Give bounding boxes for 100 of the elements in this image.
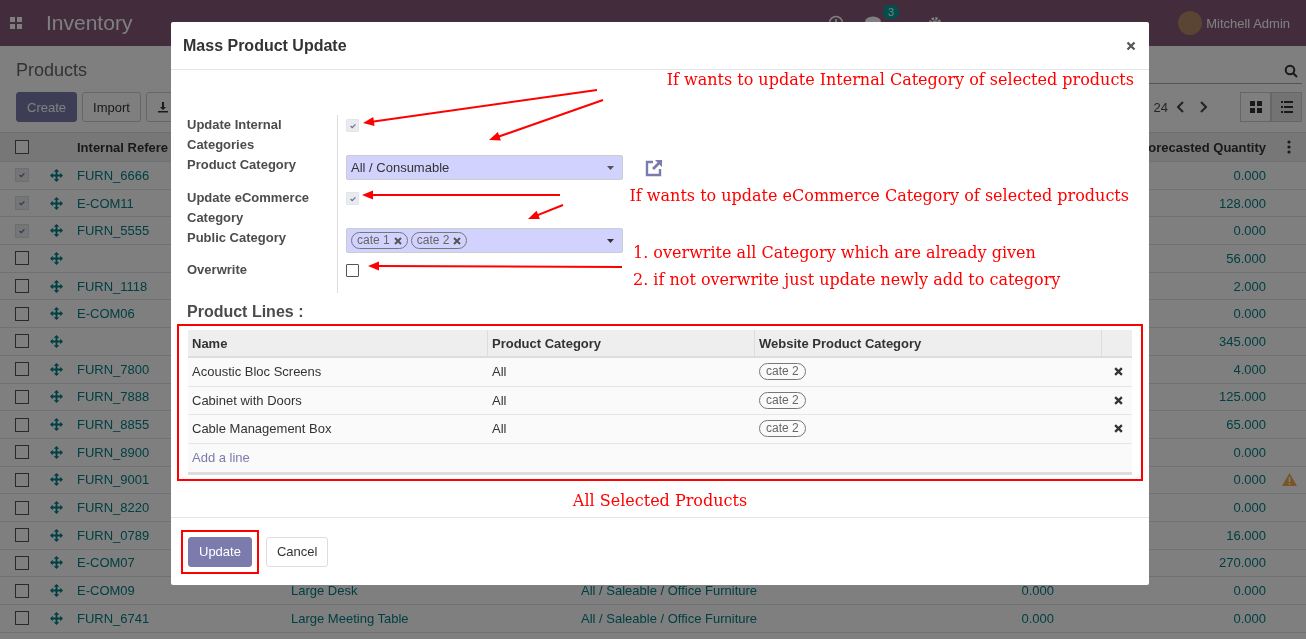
reference-cell: FURN_1118 (77, 278, 148, 294)
column-header: Website Product Category (755, 330, 1102, 356)
column-header[interactable]: Internal Refere (77, 139, 169, 155)
forecast-quantity-cell: 4.000 (1233, 361, 1266, 377)
drag-handle-icon[interactable] (50, 611, 63, 625)
reference-cell: FURN_7800 (77, 361, 150, 377)
app-title[interactable]: Inventory (46, 11, 133, 35)
previous-page-icon[interactable] (1176, 101, 1186, 113)
cancel-button[interactable]: Cancel (265, 536, 329, 567)
next-page-icon[interactable] (1198, 101, 1208, 113)
row-checkbox[interactable] (15, 362, 29, 377)
arrow (528, 204, 564, 220)
user-name[interactable]: Mitchell Admin (1206, 15, 1290, 31)
drag-handle-icon[interactable] (50, 196, 63, 210)
drag-handle-icon[interactable] (50, 251, 63, 265)
row-checkbox[interactable] (15, 611, 29, 626)
delete-icon[interactable] (1113, 395, 1123, 405)
row-checkbox[interactable] (15, 306, 29, 321)
reference-cell: FURN_7888 (77, 389, 150, 405)
quantity-cell: 0.000 (1021, 583, 1054, 599)
add-line-link[interactable]: Add a line (192, 450, 250, 466)
field-label: Public Category (187, 229, 287, 247)
remove-icon[interactable] (453, 236, 462, 245)
checkbox[interactable] (346, 264, 359, 277)
caret-icon (607, 165, 614, 170)
row-checkbox[interactable] (15, 528, 29, 543)
external-link-icon[interactable] (644, 158, 664, 178)
forecast-quantity-cell: 0.000 (1233, 472, 1266, 488)
product-name-cell: Large Desk (291, 583, 358, 599)
drag-handle-icon[interactable] (50, 390, 63, 404)
row-checkbox[interactable] (15, 334, 29, 349)
list-view-button[interactable] (1271, 92, 1302, 122)
product-name-cell: Large Meeting Table (291, 610, 409, 626)
drag-handle-icon[interactable] (50, 362, 63, 376)
remove-icon[interactable] (393, 236, 402, 245)
drag-handle-icon[interactable] (50, 168, 63, 182)
category-select[interactable]: All / Consumable (346, 155, 623, 180)
delete-icon[interactable] (1113, 367, 1123, 377)
kanban-view-button[interactable] (1240, 92, 1271, 122)
row-checkbox[interactable] (15, 389, 29, 404)
reference-cell: E-COM06 (77, 306, 135, 322)
row-checkbox[interactable] (15, 251, 29, 266)
column-header: Name (188, 330, 488, 356)
checkmark-icon (18, 171, 26, 180)
forecast-quantity-cell: 2.000 (1233, 278, 1266, 294)
checkmark-icon (18, 199, 26, 208)
table-cell-text: All (491, 364, 508, 380)
reference-cell: E-COM09 (77, 583, 135, 599)
forecast-quantity-cell: 128.000 (1219, 195, 1266, 211)
field-label: Update eCommerce Category (187, 189, 311, 227)
drag-handle-icon[interactable] (50, 473, 63, 487)
annotation-text: 2. if not overwrite just update newly add to category (633, 270, 1061, 290)
forecast-quantity-cell: 345.000 (1219, 333, 1266, 349)
apps-menu-icon[interactable] (10, 17, 22, 29)
close-icon[interactable] (1126, 40, 1136, 51)
drag-handle-icon[interactable] (50, 334, 63, 348)
drag-handle-icon[interactable] (50, 556, 63, 570)
create-button[interactable]: Create (16, 92, 78, 122)
select-all-checkbox[interactable] (15, 140, 29, 154)
row-checkbox[interactable] (15, 555, 29, 570)
column-header[interactable]: orecasted Quantity (1148, 139, 1266, 155)
category-cell: All / Saleable / Office Furniture (581, 610, 758, 626)
row-checkbox[interactable] (15, 279, 29, 294)
import-button[interactable]: Import (82, 92, 141, 122)
row-checkbox[interactable] (15, 500, 29, 515)
section-title: Product Lines : (187, 303, 305, 321)
reference-cell: FURN_9001 (77, 472, 150, 488)
field-label: Overwrite (187, 261, 248, 279)
drag-handle-icon[interactable] (50, 584, 63, 598)
field-label: Product Category (187, 156, 298, 174)
forecast-quantity-cell: 0.000 (1233, 306, 1266, 322)
drag-handle-icon[interactable] (50, 418, 63, 432)
forecast-quantity-cell: 16.000 (1226, 527, 1266, 543)
row-checkbox[interactable] (15, 583, 29, 598)
row-checkbox[interactable] (15, 417, 29, 432)
forecast-quantity-cell: 0.000 (1233, 444, 1266, 460)
drag-handle-icon[interactable] (50, 307, 63, 321)
reference-cell: FURN_8220 (77, 500, 150, 516)
forecast-quantity-cell: 0.000 (1233, 167, 1266, 183)
row-checkbox[interactable] (15, 445, 29, 460)
reference-cell: FURN_6666 (77, 167, 150, 183)
message-count-badge: 3 (883, 5, 900, 19)
forecast-quantity-cell: 0.000 (1233, 500, 1266, 516)
download-icon (156, 101, 169, 113)
tags-field[interactable]: cate 1 cate 2 (346, 228, 623, 253)
table-cell-text: All (491, 392, 508, 408)
drag-handle-icon[interactable] (50, 445, 63, 459)
forecast-quantity-cell: 0.000 (1233, 583, 1266, 599)
update-button[interactable]: Update (188, 536, 252, 567)
drag-handle-icon[interactable] (50, 279, 63, 293)
drag-handle-icon[interactable] (50, 528, 63, 542)
more-options-icon[interactable] (1287, 140, 1291, 154)
drag-handle-icon[interactable] (50, 224, 63, 238)
delete-icon[interactable] (1113, 424, 1123, 434)
reference-cell: FURN_0789 (77, 527, 150, 543)
drag-handle-icon[interactable] (50, 501, 63, 515)
row-checkbox[interactable] (15, 472, 29, 487)
reference-cell: FURN_8900 (77, 444, 150, 460)
annotation-text: If wants to update Internal Category of selected products (666, 70, 1134, 90)
annotation-text: If wants to update eCommerce Category of selected products (629, 186, 1129, 206)
